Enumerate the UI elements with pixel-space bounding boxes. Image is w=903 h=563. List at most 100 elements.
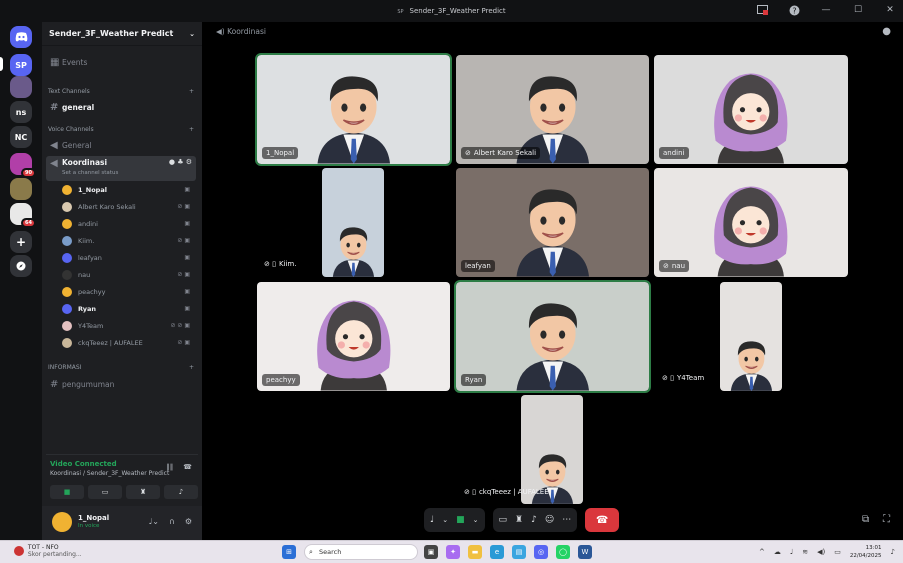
avatar-boy-icon xyxy=(324,218,383,277)
help-icon[interactable]: ? xyxy=(787,3,801,17)
add-server-icon[interactable]: + xyxy=(10,231,32,253)
windows-start-icon[interactable]: ⊞ xyxy=(282,545,296,559)
voice-user[interactable]: 1_Nopal ▣ xyxy=(62,182,194,197)
voice-user[interactable]: ckqTeeez | AUFALEE ⊘ ▣ xyxy=(62,335,194,350)
avatar[interactable] xyxy=(52,512,72,532)
category-text-channels[interactable]: Text Channels + xyxy=(48,88,194,95)
voice-user[interactable]: leafyan ▣ xyxy=(62,250,194,265)
microphone-icon[interactable]: ♩ xyxy=(430,515,434,525)
file-explorer-icon[interactable]: ▬ xyxy=(468,545,482,559)
voice-user[interactable]: nau ⊘ ▣ xyxy=(62,267,194,282)
voice-user[interactable]: Ryan ▣ xyxy=(62,301,194,316)
category-voice-channels[interactable]: Voice Channels + xyxy=(48,126,194,133)
maximize-icon[interactable]: ☐ xyxy=(851,3,865,17)
volume-icon[interactable]: ◀) xyxy=(817,548,825,556)
video-tile[interactable]: Ryan xyxy=(454,280,651,393)
events-item[interactable]: ▦ Events xyxy=(46,55,196,70)
video-tile[interactable]: leafyan xyxy=(456,168,649,277)
server-icon[interactable]: NC xyxy=(10,126,32,148)
add-channel-icon[interactable]: + xyxy=(189,126,194,133)
chevron-down-icon[interactable]: ⌄ xyxy=(473,516,479,524)
stream-status-icon: ▣ xyxy=(184,220,190,227)
camera-icon: ■ xyxy=(63,488,71,496)
screen-share-button[interactable]: ▭ xyxy=(88,485,122,499)
video-tile[interactable] xyxy=(720,282,782,391)
chat-icon[interactable]: ● xyxy=(882,26,891,37)
notification-icon[interactable]: ♪ xyxy=(891,548,895,556)
server-icon[interactable] xyxy=(10,178,32,200)
chevron-up-icon[interactable]: ^ xyxy=(759,548,765,556)
voice-user[interactable]: peachyy ▣ xyxy=(62,284,194,299)
discord-taskbar-icon[interactable]: ◎ xyxy=(534,545,548,559)
add-channel-icon[interactable]: + xyxy=(189,364,194,371)
battery-icon[interactable]: ▭ xyxy=(834,548,841,556)
explore-icon[interactable] xyxy=(10,255,32,277)
server-header[interactable]: Sender_3F_Weather Predict ⌄ xyxy=(42,22,202,46)
search-input[interactable]: ⌕ Search xyxy=(304,544,418,560)
video-tile[interactable]: ⊘ Albert Karo Sekali xyxy=(456,55,649,164)
mic-control[interactable]: ♩ ⌄ ■ ⌄ xyxy=(424,508,485,532)
edge-icon[interactable]: e xyxy=(490,545,504,559)
microphone-icon[interactable]: ♩ xyxy=(790,548,793,556)
channel-actions-icon[interactable]: ● ♣ ⚙ xyxy=(169,158,192,166)
server-icon[interactable]: SP xyxy=(10,54,32,76)
cloud-icon[interactable]: ☁ xyxy=(774,548,781,556)
word-icon[interactable]: W xyxy=(578,545,592,559)
add-channel-icon[interactable]: + xyxy=(189,88,194,95)
chevron-down-icon[interactable]: ⌄ xyxy=(442,516,448,524)
voice-user[interactable]: Y4Team ⊘ ⊘ ▣ xyxy=(62,318,194,333)
task-view-icon[interactable]: ▣ xyxy=(424,545,438,559)
voice-user[interactable]: andini ▣ xyxy=(62,216,194,231)
stream-status-icon: ▣ xyxy=(184,288,190,295)
muted-icon: ⊘ xyxy=(663,262,669,270)
store-icon[interactable]: ▤ xyxy=(512,545,526,559)
video-tile[interactable]: 1_Nopal xyxy=(255,53,452,166)
server-icon[interactable] xyxy=(10,76,32,98)
avatar-girl-icon xyxy=(699,60,803,164)
channel-status[interactable]: Set a channel status xyxy=(62,170,118,176)
signal-icon[interactable]: ∥∥ xyxy=(166,463,173,471)
news-widget[interactable]: TOT - NFO Skor pertanding... xyxy=(14,544,82,558)
soundboard-button[interactable]: ♪ xyxy=(164,485,198,499)
voice-user[interactable]: Kiim. ⊘ ▣ xyxy=(62,233,194,248)
soundboard-icon[interactable]: ♪ xyxy=(531,515,537,525)
server-icon[interactable]: ns xyxy=(10,101,32,123)
minimize-icon[interactable]: — xyxy=(819,3,833,17)
copilot-icon[interactable]: ✦ xyxy=(446,545,460,559)
activity-button[interactable]: ♜ xyxy=(126,485,160,499)
camera-icon[interactable]: ■ xyxy=(456,515,465,525)
popout-icon[interactable]: ⧉ xyxy=(862,514,869,525)
end-call-button[interactable]: ☎ xyxy=(585,508,620,532)
category-informasi[interactable]: INFORMASI + xyxy=(48,364,194,371)
server-icon[interactable]: 90 xyxy=(10,153,36,178)
microphone-icon[interactable]: ♩⌄ xyxy=(148,517,158,526)
channel-pengumuman[interactable]: # pengumuman xyxy=(46,377,196,392)
channel-general-text[interactable]: # general xyxy=(46,100,196,115)
wifi-icon[interactable]: ≋ xyxy=(802,548,808,556)
emoji-icon[interactable]: ☺ xyxy=(545,515,554,525)
server-icon[interactable]: 64 xyxy=(10,203,36,228)
server-rail: SP ns NC 90 64 + xyxy=(0,22,42,540)
voice-location[interactable]: Koordinasi / Sender_3F_Weather Predict xyxy=(50,470,169,477)
voice-user[interactable]: Albert Karo Sekali ⊘ ▣ xyxy=(62,199,194,214)
video-tile[interactable]: andini xyxy=(654,55,848,164)
more-icon[interactable]: ⋯ xyxy=(562,515,571,525)
rocket-icon[interactable]: ♜ xyxy=(515,515,523,525)
disconnect-icon[interactable]: ☎ xyxy=(183,463,192,471)
close-icon[interactable]: ✕ xyxy=(883,3,897,17)
voice-connected-status[interactable]: Video Connected xyxy=(50,460,117,468)
discord-home-icon[interactable] xyxy=(10,26,32,48)
gear-icon[interactable]: ⚙ xyxy=(185,517,192,526)
video-tile[interactable]: peachyy xyxy=(257,282,450,391)
screen-share-icon[interactable]: ▭ xyxy=(499,515,508,525)
fullscreen-icon[interactable]: ⛶ xyxy=(883,514,890,525)
video-tile[interactable] xyxy=(322,168,384,277)
voice-channel-general[interactable]: ◀ General xyxy=(46,138,196,153)
inbox-icon[interactable] xyxy=(755,3,769,17)
headphones-icon[interactable]: ∩ xyxy=(169,517,175,526)
voice-channel-koordinasi[interactable]: ◀ Koordinasi ● ♣ ⚙ Set a channel status xyxy=(46,156,196,181)
camera-button[interactable]: ■ xyxy=(50,485,84,499)
clock[interactable]: 13:01 22/04/2025 xyxy=(850,544,882,560)
video-tile[interactable]: ⊘ nau xyxy=(654,168,848,277)
whatsapp-icon[interactable]: ◯ xyxy=(556,545,570,559)
